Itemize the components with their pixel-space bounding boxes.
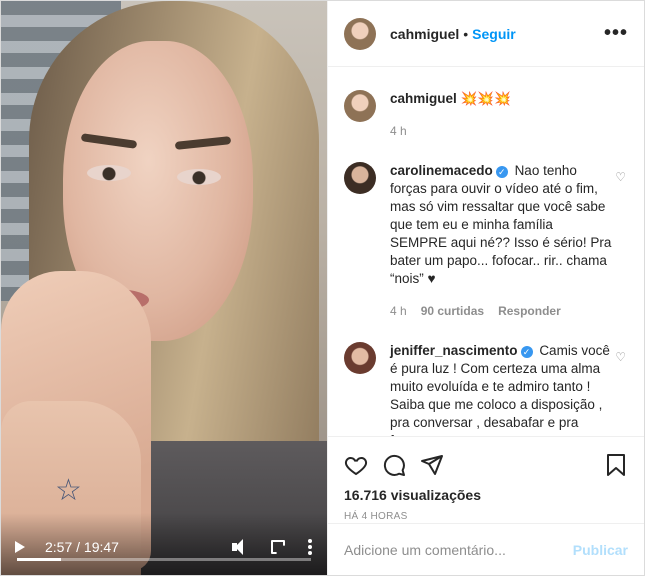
play-icon[interactable] — [15, 541, 25, 553]
post-modal: ☆ 2:57 / 19:47 cahmiguel • Seguir ••• ca… — [0, 0, 645, 576]
video-time: 2:57 / 19:47 — [45, 539, 119, 555]
comment-icon[interactable] — [378, 449, 410, 481]
post-panel: cahmiguel • Seguir ••• cahmiguel 💥💥💥 4 h… — [327, 1, 644, 575]
caption: cahmiguel 💥💥💥 4 h — [344, 68, 628, 140]
list-item: carolinemacedo ✓ Nao tenho forças para ou… — [344, 140, 628, 320]
caption-username[interactable]: cahmiguel — [390, 91, 457, 106]
comment-text: Nao tenho forças para ouvir o vídeo até … — [390, 163, 612, 286]
fullscreen-icon[interactable] — [271, 540, 285, 554]
avatar[interactable] — [344, 162, 376, 194]
post-actions: 16.716 visualizações HÁ 4 HORAS — [328, 436, 644, 522]
video-progress-bar[interactable] — [17, 558, 311, 561]
heart-icon[interactable]: ♡ — [615, 350, 626, 364]
brow-left — [80, 133, 138, 149]
comment-time[interactable]: 4 h — [390, 302, 407, 320]
verified-badge-icon: ✓ — [520, 346, 533, 358]
view-count[interactable]: 16.716 visualizações — [340, 487, 632, 503]
avatar[interactable] — [344, 90, 376, 122]
heart-icon[interactable]: ♡ — [615, 170, 626, 184]
video-controls: 2:57 / 19:47 — [1, 513, 327, 575]
publish-button[interactable]: Publicar — [573, 542, 628, 558]
more-horizontal-icon[interactable]: ••• — [604, 22, 628, 45]
comment-input[interactable] — [344, 541, 573, 558]
video-player[interactable]: ☆ 2:57 / 19:47 — [1, 1, 327, 575]
verified-badge-icon: ✓ — [495, 166, 508, 178]
heart-icon[interactable] — [340, 449, 372, 481]
video-progress-fill — [17, 558, 61, 561]
add-comment-bar: Publicar — [328, 523, 644, 575]
follow-button[interactable]: Seguir — [472, 26, 516, 42]
bookmark-icon[interactable] — [600, 449, 632, 481]
comment-likes[interactable]: 90 curtidas — [421, 302, 484, 320]
avatar[interactable] — [344, 17, 376, 50]
eye-left — [87, 165, 131, 181]
more-vertical-icon[interactable] — [307, 538, 313, 556]
list-item: jeniffer_nascimento ✓ Camis você é pura l… — [344, 320, 628, 436]
post-timestamp[interactable]: HÁ 4 HORAS — [340, 511, 632, 522]
separator-dot: • — [463, 25, 469, 42]
comments-list[interactable]: cahmiguel 💥💥💥 4 h carolinemacedo ✓ Nao te… — [328, 68, 644, 436]
star-tattoo-icon: ☆ — [55, 474, 82, 507]
volume-icon[interactable] — [231, 538, 249, 556]
post-header: cahmiguel • Seguir ••• — [328, 1, 644, 67]
caption-text: 💥💥💥 — [460, 91, 511, 106]
eye-right — [177, 169, 221, 185]
caption-time[interactable]: 4 h — [390, 122, 407, 140]
comment-username[interactable]: carolinemacedo — [390, 163, 493, 178]
avatar[interactable] — [344, 342, 376, 374]
header-username[interactable]: cahmiguel — [390, 26, 459, 42]
share-icon[interactable] — [416, 449, 448, 481]
brow-right — [174, 136, 232, 150]
comment-username[interactable]: jeniffer_nascimento — [390, 343, 518, 358]
reply-button[interactable]: Responder — [498, 302, 561, 320]
